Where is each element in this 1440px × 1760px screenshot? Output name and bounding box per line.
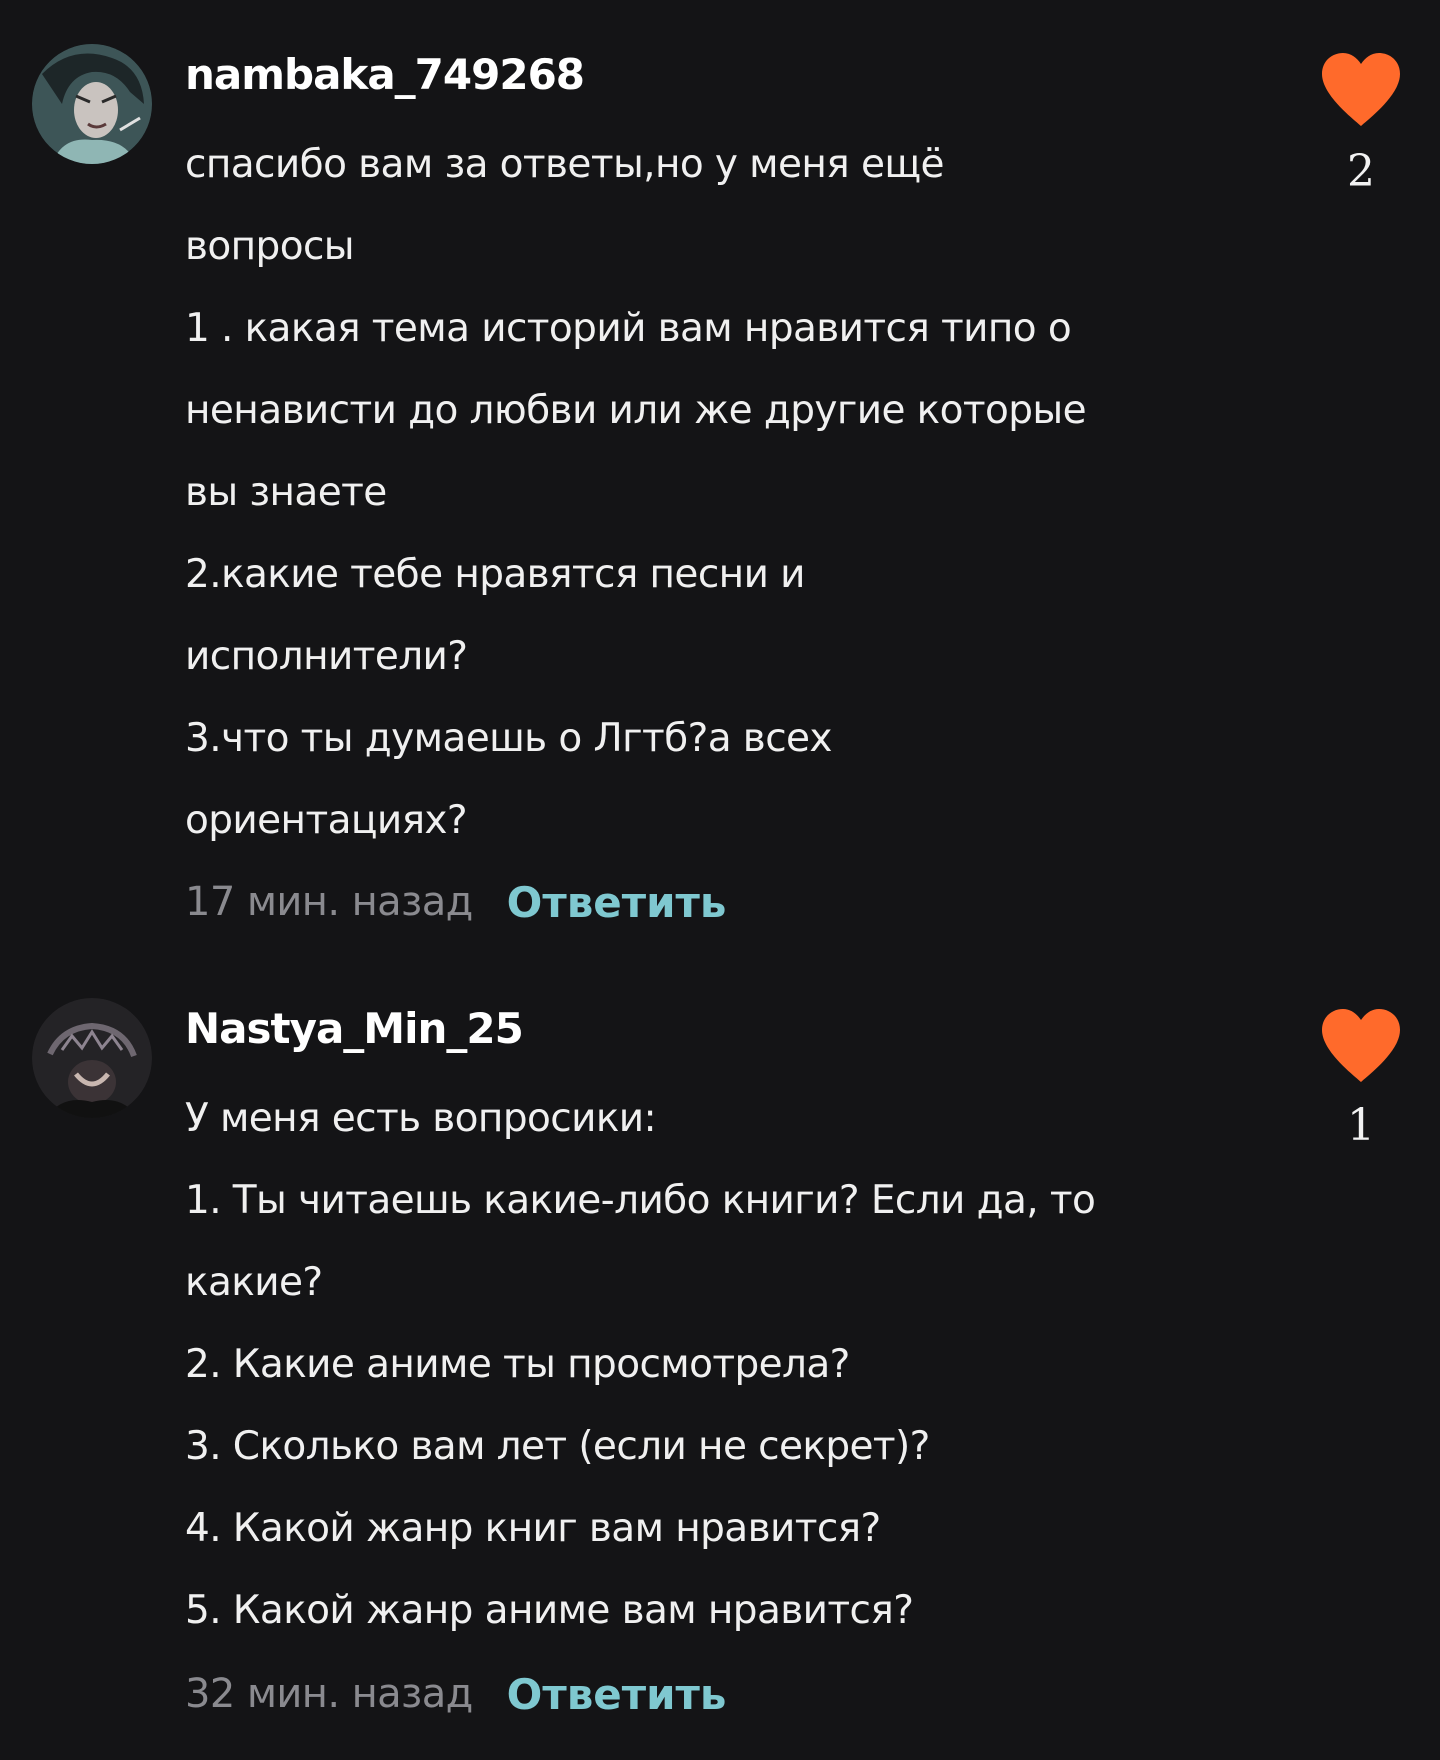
- comment-text-line: У меня есть вопросики:: [185, 1096, 657, 1141]
- heart-icon: [1322, 53, 1400, 126]
- comment-text-line: 4. Какой жанр книг вам нравится?: [185, 1506, 881, 1551]
- comment-text-line: 2.какие тебе нравятся песни и: [185, 552, 805, 597]
- like-count: 2: [1347, 146, 1375, 197]
- comment-text: У меня есть вопросики: 1. Ты читаешь как…: [185, 1078, 1265, 1652]
- comment-text-line: 2. Какие аниме ты просмотрела?: [185, 1342, 850, 1387]
- comment-meta: 32 мин. назад Ответить: [185, 1664, 726, 1724]
- user-avatar-image: [32, 998, 152, 1118]
- comment-text-line: какие?: [185, 1260, 323, 1305]
- like-count: 1: [1347, 1100, 1375, 1151]
- comment-text: спасибо вам за ответы,но у меня ещё вопр…: [185, 124, 1265, 862]
- comment-text-line: ненависти до любви или же другие которые: [185, 388, 1087, 433]
- reply-button[interactable]: Ответить: [507, 1670, 727, 1719]
- comment-username[interactable]: nambaka_749268: [185, 50, 585, 99]
- heart-icon: [1322, 1009, 1400, 1082]
- comment-text-line: ориентациях?: [185, 798, 468, 843]
- user-avatar-image: [32, 44, 152, 164]
- comment-text-line: 3. Сколько вам лет (если не секрет)?: [185, 1424, 930, 1469]
- comment-text-line: 1. Ты читаешь какие-либо книги? Если да,…: [185, 1178, 1096, 1223]
- comment-text-line: вы знаете: [185, 470, 387, 515]
- user-avatar[interactable]: [32, 998, 152, 1118]
- comment-meta: 17 мин. назад Ответить: [185, 872, 726, 932]
- user-avatar[interactable]: [32, 44, 152, 164]
- comment-text-line: исполнители?: [185, 634, 468, 679]
- reply-button[interactable]: Ответить: [507, 878, 727, 927]
- comment-text-line: спасибо вам за ответы,но у меня ещё: [185, 142, 944, 187]
- comment-text-line: вопросы: [185, 224, 355, 269]
- comment-timestamp: 32 мин. назад: [185, 1671, 473, 1717]
- comment-timestamp: 17 мин. назад: [185, 879, 473, 925]
- comment-text-line: 3.что ты думаешь о Лгтб?а всех: [185, 716, 833, 761]
- comment-username[interactable]: Nastya_Min_25: [185, 1004, 524, 1053]
- like-button[interactable]: [1318, 50, 1404, 130]
- comment-text-line: 5. Какой жанр аниме вам нравится?: [185, 1588, 914, 1633]
- comment-text-line: 1 . какая тема историй вам нравится типо…: [185, 306, 1072, 351]
- like-button[interactable]: [1318, 1006, 1404, 1086]
